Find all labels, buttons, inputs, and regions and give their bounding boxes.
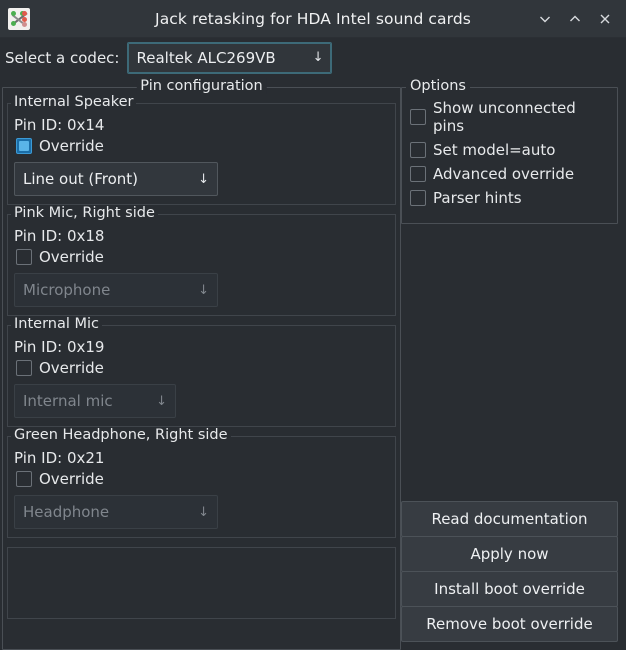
codec-combobox[interactable]: Realtek ALC269VB ↓	[127, 41, 333, 74]
override-checkbox-row[interactable]: Override	[16, 137, 389, 155]
override-label: Override	[39, 137, 104, 155]
pin-group-pink-mic: Pink Mic, Right side Pin ID: 0x18 Overri…	[7, 205, 396, 316]
read-documentation-button[interactable]: Read documentation	[401, 501, 618, 537]
override-label: Override	[39, 470, 104, 488]
remove-boot-override-button[interactable]: Remove boot override	[401, 606, 618, 642]
pin-function-value: Microphone	[23, 281, 111, 299]
option-label: Advanced override	[433, 165, 575, 183]
right-column-spacer	[401, 224, 618, 501]
override-checkbox-row[interactable]: Override	[16, 359, 389, 377]
pin-group-title: Internal Speaker	[11, 94, 137, 110]
pin-id-label: Pin ID: 0x21	[14, 449, 105, 467]
pin-function-combobox[interactable]: Line out (Front) ↓	[14, 162, 218, 196]
window-titlebar: Jack retasking for HDA Intel sound cards	[0, 0, 626, 38]
option-label: Parser hints	[433, 189, 522, 207]
option-advanced-override[interactable]: Advanced override	[410, 165, 611, 183]
pin-function-value: Internal mic	[23, 392, 113, 410]
pin-configuration-group: Pin configuration Internal Speaker Pin I…	[2, 78, 401, 650]
pin-group-empty-filler	[7, 547, 396, 619]
pin-function-combobox: Microphone ↓	[14, 273, 218, 307]
pin-id-label: Pin ID: 0x14	[14, 116, 105, 134]
option-checkbox[interactable]	[410, 166, 426, 182]
chevron-down-icon: ↓	[156, 393, 167, 409]
pin-group-title: Pink Mic, Right side	[11, 205, 158, 221]
option-checkbox[interactable]	[410, 142, 426, 158]
override-label: Override	[39, 359, 104, 377]
option-label: Set model=auto	[433, 141, 556, 159]
pin-group-title: Internal Mic	[11, 316, 103, 332]
codec-label: Select a codec:	[5, 48, 120, 67]
install-boot-override-button[interactable]: Install boot override	[401, 571, 618, 607]
pin-group-internal-mic: Internal Mic Pin ID: 0x19 Override Inter…	[7, 316, 396, 427]
override-checkbox[interactable]	[16, 249, 32, 265]
chevron-down-icon: ↓	[198, 171, 209, 187]
chevron-down-icon: ↓	[312, 50, 324, 65]
chevron-down-icon: ↓	[198, 282, 209, 298]
codec-combobox-value: Realtek ALC269VB	[136, 48, 276, 67]
pin-function-combobox: Internal mic ↓	[14, 384, 176, 418]
option-parser-hints[interactable]: Parser hints	[410, 189, 611, 207]
jack-retasking-icon	[8, 7, 30, 30]
option-checkbox[interactable]	[410, 109, 426, 125]
pin-configuration-title: Pin configuration	[136, 78, 267, 94]
options-title: Options	[406, 78, 470, 94]
override-checkbox-row[interactable]: Override	[16, 470, 389, 488]
override-label: Override	[39, 248, 104, 266]
pin-function-combobox: Headphone ↓	[14, 495, 218, 529]
options-group: Options Show unconnected pins Set model=…	[401, 78, 618, 224]
close-button[interactable]	[590, 4, 620, 34]
apply-now-button[interactable]: Apply now	[401, 536, 618, 572]
override-checkbox-row[interactable]: Override	[16, 248, 389, 266]
override-checkbox[interactable]	[16, 138, 32, 154]
main-content: Pin configuration Internal Speaker Pin I…	[0, 78, 626, 650]
pin-id-label: Pin ID: 0x18	[14, 227, 105, 245]
left-column: Pin configuration Internal Speaker Pin I…	[0, 78, 401, 650]
chevron-down-icon: ↓	[198, 504, 209, 520]
pin-group-internal-speaker: Internal Speaker Pin ID: 0x14 Override L…	[7, 94, 396, 205]
pin-group-green-headphone: Green Headphone, Right side Pin ID: 0x21…	[7, 427, 396, 538]
pin-group-title: Green Headphone, Right side	[11, 427, 231, 443]
pin-function-value: Line out (Front)	[23, 170, 139, 188]
codec-selector-row: Select a codec: Realtek ALC269VB ↓	[0, 38, 626, 78]
maximize-button[interactable]	[560, 4, 590, 34]
pin-id-label: Pin ID: 0x19	[14, 338, 105, 356]
window-controls	[530, 4, 626, 34]
option-label: Show unconnected pins	[433, 99, 576, 135]
option-show-unconnected-pins[interactable]: Show unconnected pins	[410, 99, 611, 135]
pin-function-value: Headphone	[23, 503, 110, 521]
option-set-model-auto[interactable]: Set model=auto	[410, 141, 611, 159]
override-checkbox[interactable]	[16, 471, 32, 487]
minimize-button[interactable]	[530, 4, 560, 34]
right-column: Options Show unconnected pins Set model=…	[401, 78, 622, 650]
override-checkbox[interactable]	[16, 360, 32, 376]
option-checkbox[interactable]	[410, 190, 426, 206]
action-buttons: Read documentation Apply now Install boo…	[401, 501, 618, 650]
